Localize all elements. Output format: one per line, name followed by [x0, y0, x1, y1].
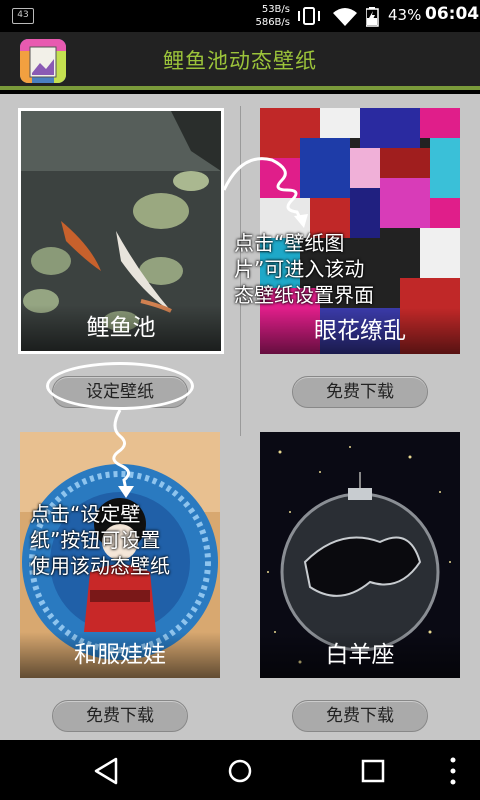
speed-down: 586B/s [255, 17, 290, 28]
home-icon[interactable] [223, 754, 257, 788]
notification-count-badge: 43 [12, 8, 34, 24]
speed-up: 53B/s [261, 4, 290, 15]
vibrate-icon [298, 7, 320, 25]
hint-arrow-icon [222, 157, 308, 228]
battery-percent: 43% [388, 6, 422, 24]
wallpaper-card-aries[interactable]: 白羊座 [260, 432, 460, 678]
free-download-button[interactable]: 免费下载 [292, 700, 428, 732]
wallpaper-name: 眼花缭乱 [260, 308, 460, 354]
battery-icon [366, 7, 379, 27]
wallpaper-name: 和服娃娃 [20, 632, 220, 678]
back-icon[interactable] [90, 754, 124, 788]
overflow-menu-icon[interactable] [448, 756, 458, 786]
hint-arrow-icon [112, 409, 134, 498]
free-download-button[interactable]: 免费下载 [292, 376, 428, 408]
hint-text-tap-button: 点击“设定壁 纸”按钮可设置 使用该动态壁纸 [30, 502, 170, 578]
page-title: 鲤鱼池动态壁纸 [163, 49, 317, 73]
wallpaper-grid: 鲤鱼池 眼花缭乱 和服娃娃 白羊座 设定壁纸 免费下载 免费下载 免费下载 点击… [0, 94, 480, 740]
hint-text-tap-image: 点击“壁纸图 片”可进入该动 态壁纸设置界面 [234, 231, 374, 307]
wallpaper-name: 白羊座 [260, 632, 460, 678]
navigation-bar [0, 740, 480, 800]
wallpaper-card-koi-pond[interactable]: 鲤鱼池 [18, 108, 224, 354]
wallpaper-name: 鲤鱼池 [21, 305, 221, 351]
wifi-icon [333, 8, 357, 26]
status-bar: 43 53B/s 586B/s 43% 06:04 [0, 0, 480, 32]
network-speed: 53B/s 586B/s [246, 3, 290, 29]
clock: 06:04 [425, 4, 480, 24]
app-header: 鲤鱼池动态壁纸 [0, 32, 480, 90]
free-download-button[interactable]: 免费下载 [52, 700, 188, 732]
hint-highlight-ellipse [46, 362, 194, 410]
recent-apps-icon[interactable] [356, 754, 390, 788]
